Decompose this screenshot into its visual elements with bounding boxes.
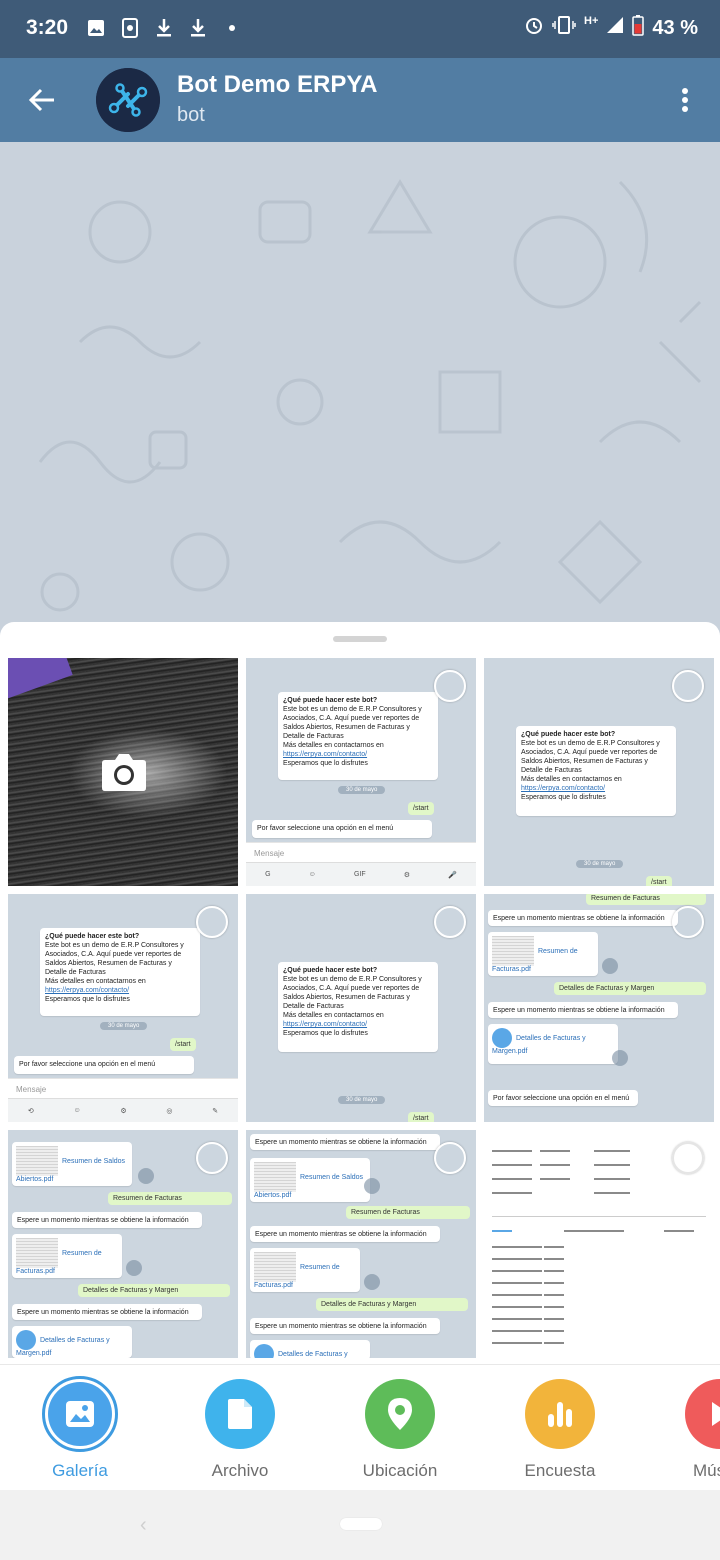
avatar[interactable]: [96, 68, 160, 132]
gallery-grid: ¿Qué puede hacer este bot? Este bot es u…: [8, 658, 714, 1362]
select-circle[interactable]: [434, 670, 466, 702]
mini-keyboard-bar: G ☺ GIF ⚙ 🎤: [246, 862, 476, 886]
attach-gallery-button[interactable]: Galería: [10, 1376, 150, 1481]
gallery-photo[interactable]: ¿Qué puede hacer este bot? Este bot es u…: [246, 658, 476, 886]
select-circle[interactable]: [196, 1142, 228, 1174]
mini-input: Mensaje: [246, 842, 476, 864]
notification-icons: [86, 17, 242, 39]
share-icon: [364, 1274, 380, 1290]
chat-subtitle: bot: [177, 104, 205, 126]
location-icon: [388, 1398, 412, 1430]
back-button[interactable]: [20, 80, 64, 120]
share-icon: [126, 1260, 142, 1276]
status-bar: 3:20 H+ 43 %: [0, 0, 720, 58]
share-icon: [612, 1050, 628, 1066]
more-vertical-icon: [682, 88, 688, 94]
chat-title[interactable]: Bot Demo ERPYA: [177, 71, 377, 99]
back-arrow-icon: [28, 88, 54, 112]
bot-logo-icon: [96, 68, 160, 132]
camera-icon: [102, 754, 146, 791]
camera-preview-tile[interactable]: [8, 658, 238, 886]
gallery-photo[interactable]: Resumen de Facturas Espere un momento mi…: [484, 894, 714, 1122]
attach-poll-button[interactable]: Encuesta: [490, 1379, 630, 1481]
gallery-photo[interactable]: Resumen de Saldos Abiertos.pdf Resumen d…: [8, 1130, 238, 1358]
select-circle[interactable]: [434, 906, 466, 938]
attachment-sheet: ¿Qué puede hacer este bot? Este bot es u…: [0, 622, 720, 1560]
mini-closing: Esperamos que lo disfrutes: [283, 760, 368, 767]
share-icon: [602, 958, 618, 974]
battery-percent: 43 %: [652, 16, 698, 39]
file-icon: [228, 1399, 252, 1429]
poll-icon: [548, 1402, 572, 1427]
mini-date: 30 de mayo: [338, 786, 386, 794]
nav-home-pill[interactable]: [340, 1518, 382, 1530]
select-circle[interactable]: [196, 906, 228, 938]
system-icons: H+ 43 %: [524, 14, 698, 42]
mini-question: ¿Qué puede hacer este bot?: [283, 697, 378, 704]
gallery-photo[interactable]: ¿Qué puede hacer este bot? Este bot es u…: [484, 658, 714, 886]
download-icon: [188, 17, 208, 39]
select-circle[interactable]: [672, 1142, 704, 1174]
attach-location-button[interactable]: Ubicación: [330, 1379, 470, 1481]
select-circle[interactable]: [672, 670, 704, 702]
attach-music-button[interactable]: Mús: [650, 1379, 720, 1481]
alarm-icon: [524, 15, 544, 41]
mini-link: https://erpya.com/contacto/: [283, 751, 368, 758]
share-icon: [138, 1168, 154, 1184]
gallery-icon: [66, 1401, 94, 1427]
gallery-photo[interactable]: Espere un momento mientras se obtiene la…: [246, 1130, 476, 1358]
mini-contact: Más detalles en contactarnos en: [283, 742, 384, 749]
select-circle[interactable]: [672, 906, 704, 938]
screenshot-icon: [120, 17, 140, 39]
gallery-photo[interactable]: ¿Qué puede hacer este bot? Este bot es u…: [8, 894, 238, 1122]
attach-type-bar: Galería Archivo Ubicación Encuesta Mús: [0, 1364, 720, 1490]
system-nav-bar: ‹: [0, 1490, 720, 1560]
share-icon: [364, 1178, 380, 1194]
mini-body: Este bot es un demo de E.R.P Consultores…: [283, 706, 422, 740]
battery-icon: [632, 14, 645, 42]
doodle-pattern: [38, 179, 702, 612]
gallery-document-photo[interactable]: [484, 1130, 714, 1358]
chat-background: [0, 142, 720, 642]
music-icon: [712, 1402, 720, 1426]
mini-prompt: Por favor seleccione una opción en el me…: [252, 820, 432, 838]
dot-icon: [222, 17, 242, 39]
sheet-drag-handle[interactable]: [333, 636, 387, 642]
chat-header: Bot Demo ERPYA bot: [0, 58, 720, 142]
network-type: H+: [584, 15, 599, 27]
nav-back-icon[interactable]: ‹: [140, 1514, 147, 1537]
download-icon: [154, 17, 174, 39]
attach-file-button[interactable]: Archivo: [170, 1379, 310, 1481]
status-time: 3:20: [26, 16, 69, 39]
image-icon: [86, 17, 106, 39]
more-menu-button[interactable]: [670, 82, 700, 118]
select-circle[interactable]: [434, 1142, 466, 1174]
vibrate-icon: [552, 15, 576, 41]
signal-icon: [606, 16, 624, 40]
mini-start: /start: [408, 802, 434, 815]
gallery-photo[interactable]: ¿Qué puede hacer este bot? Este bot es u…: [246, 894, 476, 1122]
